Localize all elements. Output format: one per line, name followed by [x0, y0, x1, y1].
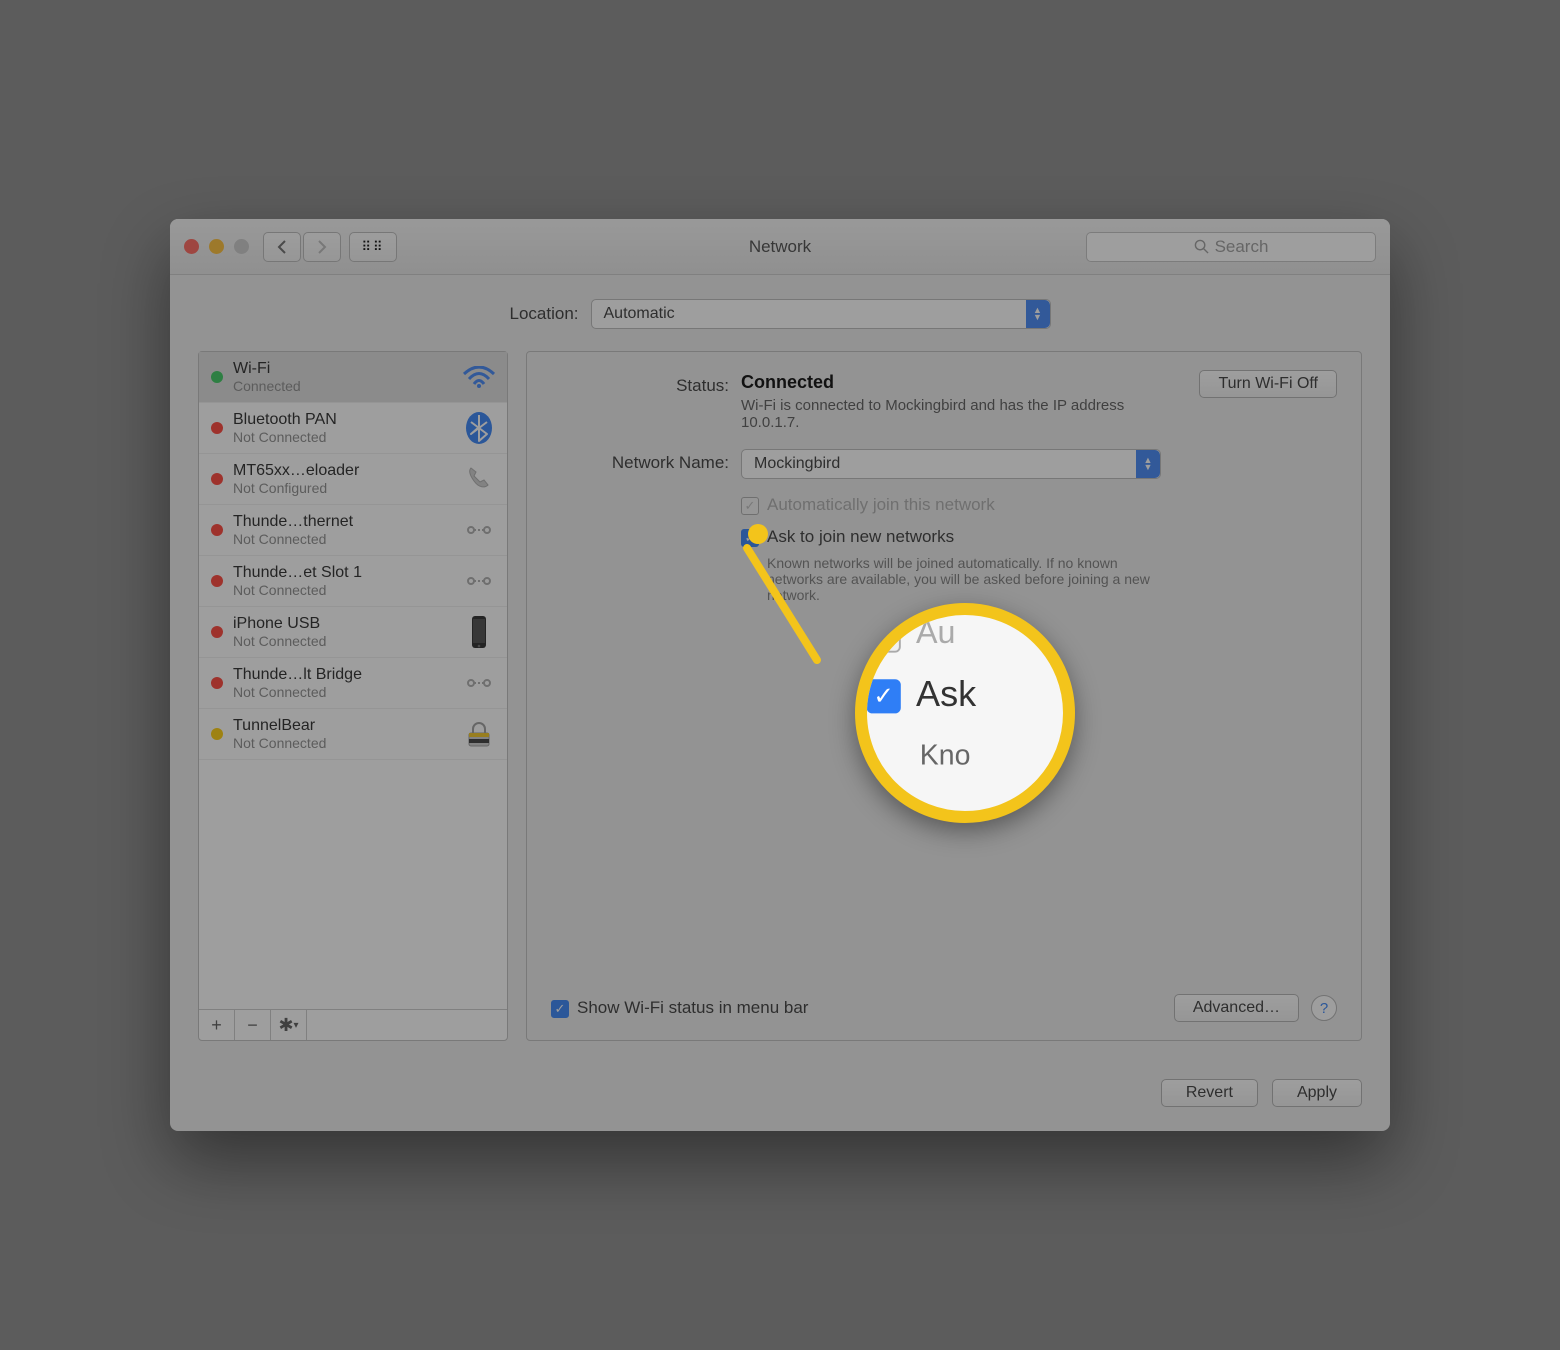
thunderbolt-icon — [461, 570, 497, 592]
interface-name: Thunde…et Slot 1 — [233, 564, 461, 582]
status-dot-icon — [211, 575, 223, 587]
auto-join-label: Automatically join this network — [767, 495, 995, 515]
interfaces-sidebar: Wi-FiConnectedBluetooth PANNot Connected… — [198, 351, 508, 1041]
mag-auto-checkbox-icon: ✓ — [867, 618, 901, 652]
bluetooth-icon — [461, 411, 497, 445]
minimize-window-button[interactable] — [209, 239, 224, 254]
sidebar-item-bluetooth-pan[interactable]: Bluetooth PANNot Connected — [199, 403, 507, 454]
interface-name: Bluetooth PAN — [233, 411, 461, 429]
sidebar-item-tunnelbear[interactable]: TunnelBearNot Connected — [199, 709, 507, 760]
status-dot-icon — [211, 422, 223, 434]
ask-join-label: Ask to join new networks — [767, 527, 954, 547]
location-value: Automatic — [604, 305, 675, 323]
interface-status: Not Configured — [233, 480, 461, 496]
stepper-arrows-icon: ▲▼ — [1136, 450, 1160, 478]
search-icon — [1194, 239, 1209, 254]
interface-status: Not Connected — [233, 684, 461, 700]
lock-icon — [461, 719, 497, 749]
traffic-lights — [184, 239, 249, 254]
sidebar-item-thunde-lt-bridge[interactable]: Thunde…lt BridgeNot Connected — [199, 658, 507, 709]
interface-status: Connected — [233, 378, 461, 394]
status-label: Status: — [551, 372, 741, 431]
show-all-button[interactable]: ⠿⠿ — [349, 232, 397, 262]
ask-join-help-text: Known networks will be joined automatica… — [767, 555, 1157, 603]
network-preferences-window: ⠿⠿ Network Search Location: Automatic ▲▼… — [170, 219, 1390, 1131]
mag-ask-label: Ask — [916, 675, 976, 717]
interface-status: Not Connected — [233, 429, 461, 445]
interface-name: TunnelBear — [233, 717, 461, 735]
magnifier-callout: ✓ Au ✓ Ask Kno — [855, 603, 1075, 823]
mag-ask-checkbox-icon: ✓ — [867, 679, 901, 713]
status-dot-icon — [211, 728, 223, 740]
apply-button[interactable]: Apply — [1272, 1079, 1362, 1107]
help-button[interactable]: ? — [1311, 995, 1337, 1021]
interface-name: Thunde…lt Bridge — [233, 666, 461, 684]
interface-name: Thunde…thernet — [233, 513, 461, 531]
mag-auto-label: Au — [916, 615, 956, 653]
interface-status: Not Connected — [233, 582, 461, 598]
sidebar-item-iphone-usb[interactable]: iPhone USBNot Connected — [199, 607, 507, 658]
status-dot-icon — [211, 371, 223, 383]
status-description: Wi-Fi is connected to Mockingbird and ha… — [741, 397, 1181, 431]
wifi-icon — [461, 366, 497, 388]
search-input[interactable]: Search — [1086, 232, 1376, 262]
back-button[interactable] — [263, 232, 301, 262]
status-dot-icon — [211, 524, 223, 536]
interface-name: Wi-Fi — [233, 360, 461, 378]
thunderbolt-icon — [461, 672, 497, 694]
interface-status: Not Connected — [233, 735, 461, 751]
auto-join-checkbox: ✓ — [741, 497, 759, 515]
thunderbolt-icon — [461, 519, 497, 541]
search-placeholder: Search — [1215, 237, 1269, 257]
phone-icon — [461, 464, 497, 494]
window-title: Network — [749, 237, 811, 257]
sidebar-item-thunde-thernet[interactable]: Thunde…thernetNot Connected — [199, 505, 507, 556]
network-name-label: Network Name: — [551, 449, 741, 615]
forward-button[interactable] — [303, 232, 341, 262]
sidebar-item-mt65xx-eloader[interactable]: MT65xx…eloaderNot Configured — [199, 454, 507, 505]
show-wifi-status-label: Show Wi-Fi status in menu bar — [577, 998, 808, 1018]
advanced-button[interactable]: Advanced… — [1174, 994, 1299, 1022]
close-window-button[interactable] — [184, 239, 199, 254]
iphone-icon — [461, 615, 497, 649]
gear-icon: ✱ — [278, 1015, 293, 1036]
sidebar-item-wi-fi[interactable]: Wi-FiConnected — [199, 352, 507, 403]
network-name-select[interactable]: Mockingbird ▲▼ — [741, 449, 1161, 479]
status-dot-icon — [211, 473, 223, 485]
show-wifi-status-checkbox[interactable]: ✓ — [551, 1000, 569, 1018]
turn-wifi-off-button[interactable]: Turn Wi-Fi Off — [1199, 370, 1337, 398]
status-dot-icon — [211, 677, 223, 689]
interface-name: MT65xx…eloader — [233, 462, 461, 480]
interface-status: Not Connected — [233, 633, 461, 649]
stepper-arrows-icon: ▲▼ — [1026, 300, 1050, 328]
revert-button[interactable]: Revert — [1161, 1079, 1258, 1107]
mag-known-text: Kno — [920, 740, 1075, 772]
callout-anchor — [748, 524, 768, 544]
location-label: Location: — [510, 304, 579, 324]
location-select[interactable]: Automatic ▲▼ — [591, 299, 1051, 329]
zoom-window-button[interactable] — [234, 239, 249, 254]
status-dot-icon — [211, 626, 223, 638]
sidebar-item-thunde-et-slot-1[interactable]: Thunde…et Slot 1Not Connected — [199, 556, 507, 607]
gear-menu-button[interactable]: ✱▾ — [271, 1010, 307, 1040]
add-interface-button[interactable]: + — [199, 1010, 235, 1040]
remove-interface-button[interactable]: − — [235, 1010, 271, 1040]
interface-name: iPhone USB — [233, 615, 461, 633]
titlebar: ⠿⠿ Network Search — [170, 219, 1390, 275]
interface-status: Not Connected — [233, 531, 461, 547]
network-name-value: Mockingbird — [754, 455, 840, 473]
